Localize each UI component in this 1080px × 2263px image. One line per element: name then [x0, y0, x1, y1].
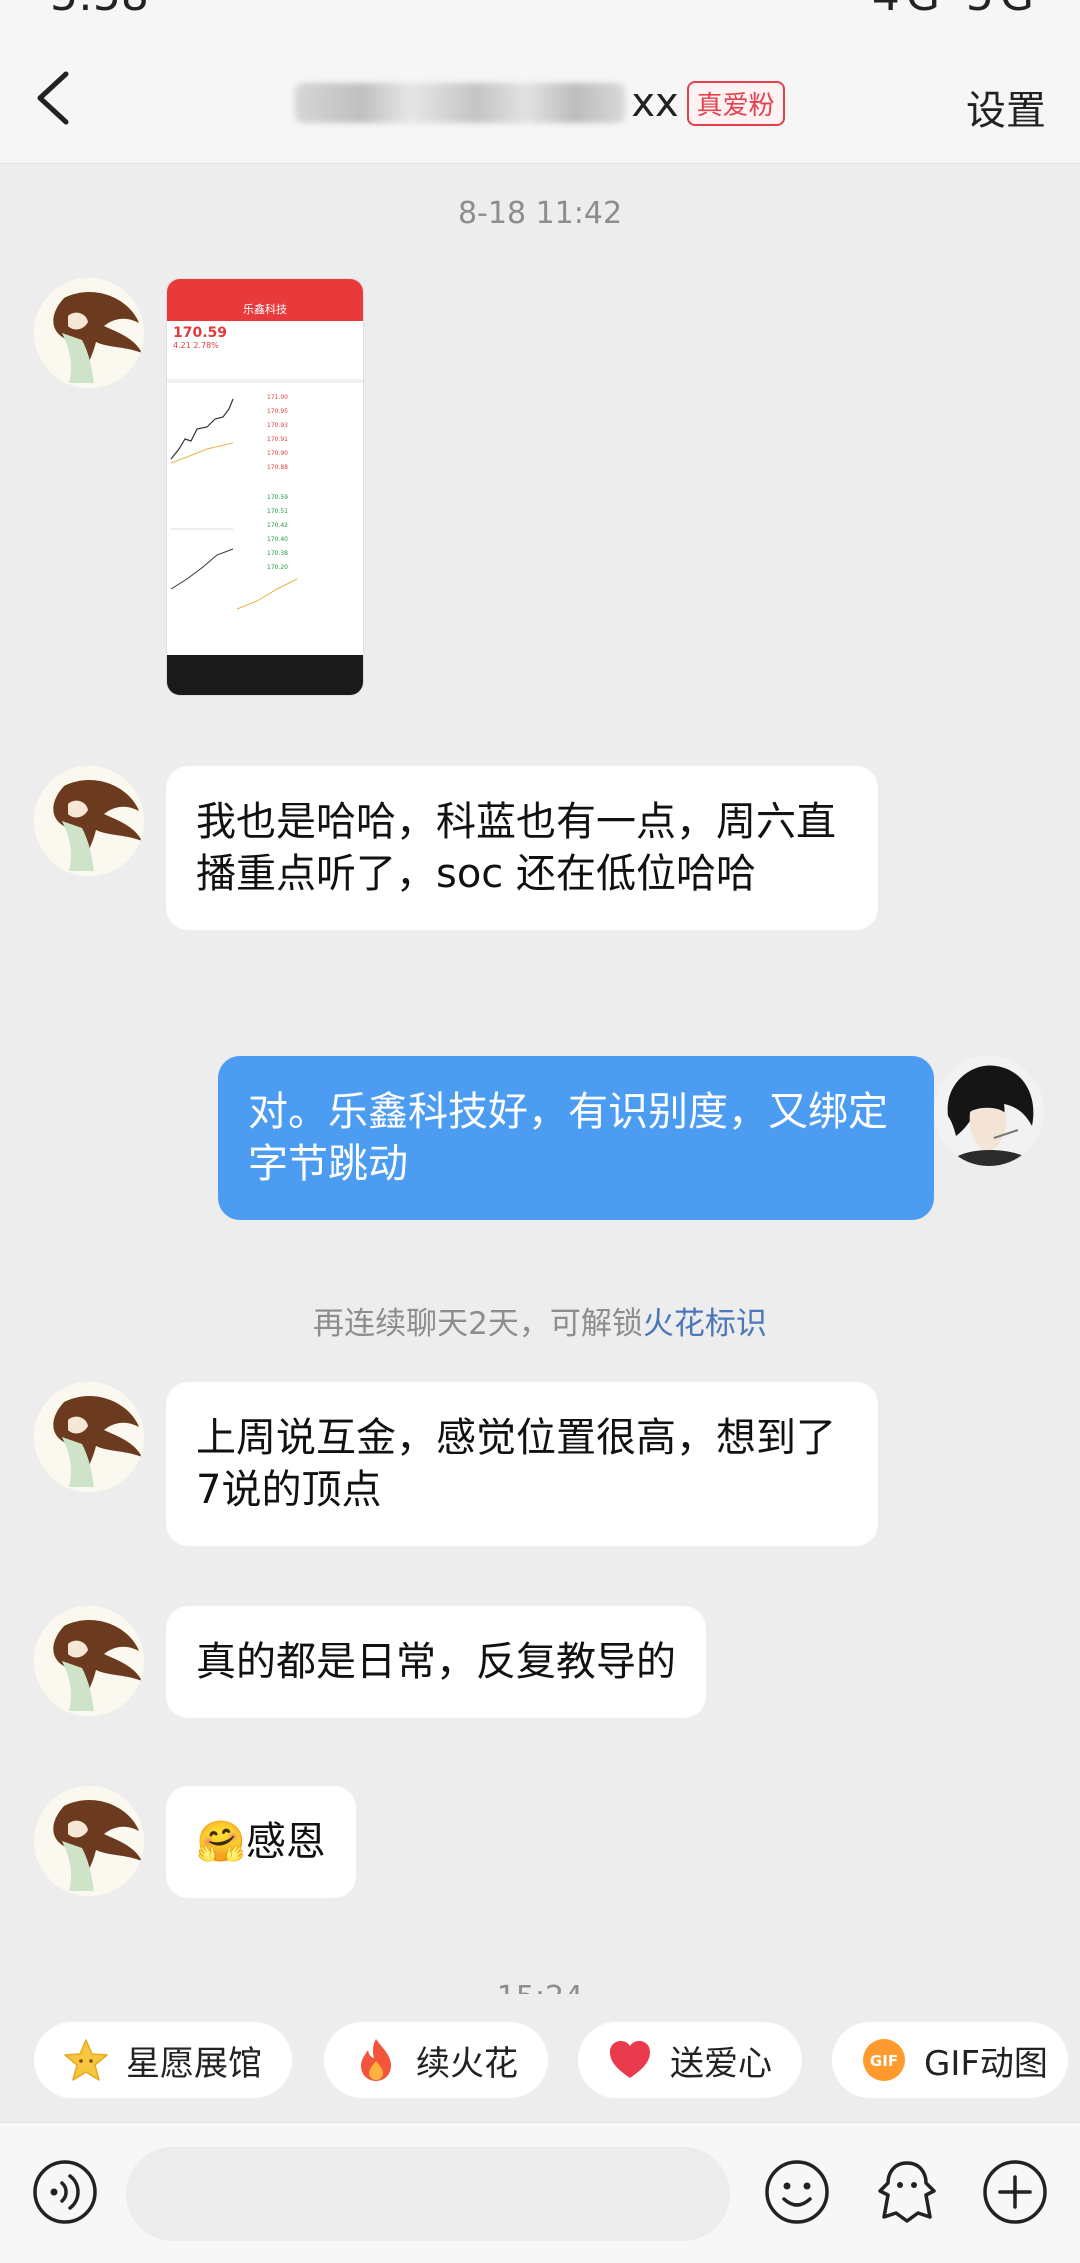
stock-screenshot-image[interactable]: 乐鑫科技 170.59 4.21 2.78% 171.00 170.95 170.9… [166, 278, 364, 696]
my-avatar[interactable] [934, 1056, 1044, 1166]
quick-actions-bar: 星愿展馆 续火花 送爱心 GIF GIF动图 [0, 2000, 1080, 2122]
message-timestamp: 8-18 11:42 [457, 196, 623, 231]
status-indicators: 4G 5G [872, 0, 1040, 21]
spark-badge-link[interactable]: 火花标识 [643, 1306, 767, 1342]
stock-screenshot-header: 乐鑫科技 [167, 279, 363, 321]
stock-screenshot-tabbar [167, 655, 363, 695]
long-hair-avatar-icon [34, 1786, 144, 1896]
contact-avatar[interactable] [34, 278, 144, 388]
contact-avatar[interactable] [34, 1606, 144, 1716]
fan-badge: 真爱粉 [686, 80, 785, 126]
long-hair-avatar-icon [34, 766, 144, 876]
input-bar [0, 2122, 1080, 2263]
incoming-message[interactable]: 🤗感恩 [166, 1786, 356, 1898]
contact-avatar[interactable] [34, 1382, 144, 1492]
plus-circle-icon [983, 2160, 1047, 2224]
smiley-icon [765, 2160, 829, 2224]
stock-price: 170.59 [173, 325, 228, 341]
gif-sticker-button[interactable]: GIF GIF动图 [832, 2022, 1068, 2098]
message-input[interactable] [126, 2147, 730, 2241]
status-bar: 5:58 4G 5G [0, 0, 1080, 22]
svg-text:170.51: 170.51 [267, 508, 288, 515]
long-hair-avatar-icon [34, 278, 144, 388]
chip-label: 星愿展馆 [126, 2043, 262, 2084]
stock-title: 乐鑫科技 [243, 303, 287, 316]
star-icon [62, 2036, 110, 2084]
svg-text:170.59: 170.59 [267, 494, 288, 501]
chip-label: 送爱心 [670, 2043, 772, 2084]
long-hair-avatar-icon [34, 1382, 144, 1492]
message-timestamp: 15:24 [0, 1980, 1080, 1994]
chip-label: GIF动图 [924, 2043, 1048, 2084]
svg-text:170.93: 170.93 [267, 422, 288, 429]
ghost-sticker-icon [878, 2161, 936, 2223]
emoji-button[interactable] [762, 2157, 832, 2227]
voice-input-button[interactable] [30, 2157, 100, 2227]
chat-header: xx 真爱粉 设置 [0, 22, 1080, 164]
svg-text:170.88: 170.88 [267, 464, 288, 471]
svg-text:170.38: 170.38 [267, 550, 288, 557]
svg-text:170.91: 170.91 [267, 436, 288, 443]
stock-quote: 170.59 4.21 2.78% [167, 321, 363, 354]
contact-name[interactable]: xx 真爱粉 [0, 80, 1080, 130]
status-time: 5:58 [50, 0, 149, 21]
svg-text:170.95: 170.95 [267, 408, 288, 415]
star-wish-gallery-button[interactable]: 星愿展馆 [34, 2022, 292, 2098]
hugging-face-emoji: 🤗 [196, 1819, 246, 1865]
svg-text:GIF: GIF [870, 2052, 898, 2070]
send-heart-button[interactable]: 送爱心 [578, 2022, 802, 2098]
anime-avatar-icon [934, 1056, 1044, 1166]
stock-change: 4.21 2.78% [173, 341, 219, 350]
incoming-message[interactable]: 我也是哈哈，科蓝也有一点，周六直播重点听了，soc 还在低位哈哈 [166, 766, 878, 930]
settings-button[interactable]: 设置 [966, 78, 1046, 136]
outgoing-message[interactable]: 对。乐鑫科技好，有识别度，又绑定字节跳动 [218, 1056, 934, 1220]
flame-icon [352, 2036, 400, 2084]
gif-icon: GIF [860, 2036, 908, 2084]
contact-name-tail: xx [631, 80, 679, 126]
contact-avatar[interactable] [34, 1786, 144, 1896]
chip-label: 续火花 [416, 2043, 518, 2084]
voice-icon [33, 2160, 97, 2224]
incoming-message[interactable]: 上周说互金，感觉位置很高，想到了7说的顶点 [166, 1382, 878, 1546]
incoming-message[interactable]: 真的都是日常，反复教导的 [166, 1606, 706, 1718]
stock-chart-graphic: 171.00 170.95 170.93 170.91 170.90 170.88 17… [167, 379, 363, 610]
svg-text:170.20: 170.20 [267, 564, 288, 571]
svg-text:171.00: 171.00 [267, 394, 288, 401]
message-text: 感恩 [245, 1819, 326, 1865]
heart-icon [606, 2036, 654, 2084]
contact-avatar[interactable] [34, 766, 144, 876]
sticker-button[interactable] [872, 2157, 942, 2227]
long-hair-avatar-icon [34, 1606, 144, 1716]
spark-unlock-tip: 再连续聊天2天，可解锁火花标识 [0, 1298, 1080, 1343]
svg-text:170.40: 170.40 [267, 536, 288, 543]
more-options-button[interactable] [980, 2157, 1050, 2227]
blurred-contact-name [295, 83, 626, 123]
spark-tip-text: 再连续聊天2天，可解锁 [313, 1306, 643, 1342]
continue-spark-button[interactable]: 续火花 [324, 2022, 548, 2098]
svg-text:170.90: 170.90 [267, 450, 288, 457]
svg-text:170.42: 170.42 [267, 522, 288, 529]
